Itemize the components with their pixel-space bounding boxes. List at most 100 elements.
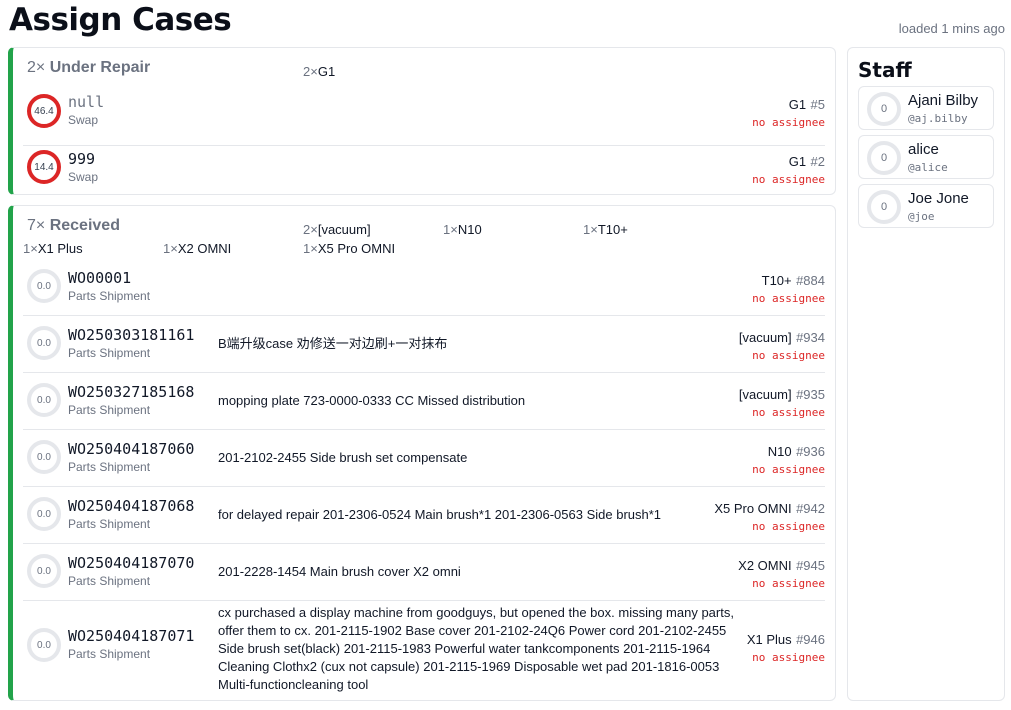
staff-name: Ajani Bilby (908, 92, 979, 109)
case-number[interactable]: #935 (796, 387, 825, 402)
case-title: WO250404187068 (68, 497, 195, 515)
case-description: mopping plate 723-0000-0333 CC Missed di… (218, 393, 526, 408)
case-meta: X5 Pro OMNI #942 no assignee (714, 500, 825, 533)
model-summary: 1×N10 (443, 222, 482, 237)
model-summary: 2×[vacuum] (303, 222, 371, 237)
model-name: X2 OMNI (177, 241, 232, 256)
case-title: WO250303181161 (68, 326, 195, 344)
case-type: Parts Shipment (68, 346, 151, 360)
case-description: 201-2102-2455 Side brush set compensate (218, 450, 468, 465)
group-under-repair: 2× Under Repair 2× G1 46.4 null Swap G1 #… (8, 47, 836, 195)
case-model: X5 Pro OMNI (714, 501, 792, 516)
assignee-status[interactable]: no assignee (714, 520, 825, 533)
staff-member[interactable]: 0 Joe Jone @joe (858, 184, 994, 228)
assignee-status[interactable]: no assignee (739, 349, 825, 362)
case-description: for delayed repair 201-2306-0524 Main br… (218, 507, 662, 522)
case-number[interactable]: #2 (811, 154, 825, 169)
case-title: WO00001 (68, 269, 132, 287)
case-type: Parts Shipment (68, 403, 151, 417)
assignee-status[interactable]: no assignee (752, 173, 825, 186)
case-row[interactable]: 0.0 WO250404187071 Parts Shipment cx pur… (23, 601, 825, 698)
case-number[interactable]: #945 (796, 558, 825, 573)
case-model: [vacuum] (738, 387, 792, 402)
case-number[interactable]: #936 (796, 444, 825, 459)
loaded-status: loaded 1 mins ago (898, 21, 1005, 36)
model-name: N10 (457, 222, 482, 237)
staff-name: alice (908, 141, 939, 158)
model-count: 2× (303, 64, 318, 79)
score-badge: 0.0 (27, 326, 61, 360)
case-meta: T10+ #884 no assignee (752, 272, 825, 305)
score-badge: 0.0 (27, 554, 61, 588)
case-model: X2 OMNI (738, 558, 792, 573)
case-model: X1 Plus (746, 632, 792, 647)
case-description: 201-2228-1454 Main brush cover X2 omni (218, 564, 461, 579)
case-model: G1 (788, 97, 807, 112)
assignee-status[interactable]: no assignee (738, 577, 825, 590)
case-meta: G1 #2 no assignee (752, 153, 825, 186)
case-type: Parts Shipment (68, 460, 151, 474)
score-badge: 0.0 (27, 628, 61, 662)
case-title: WO250327185168 (68, 383, 195, 401)
case-title: null (68, 93, 105, 111)
score-badge: 14.4 (27, 150, 61, 184)
staff-case-count: 0 (867, 92, 901, 126)
staff-member[interactable]: 0 alice @alice (858, 135, 994, 179)
case-meta: X2 OMNI #945 no assignee (738, 557, 825, 590)
assignee-status[interactable]: no assignee (739, 406, 825, 419)
model-name: T10+ (597, 222, 628, 237)
staff-name: Joe Jone (908, 190, 969, 207)
model-count: 2× (303, 222, 318, 237)
case-title: 999 (68, 150, 96, 168)
case-type: Swap (68, 113, 99, 127)
page-title: Assign Cases (9, 2, 232, 38)
case-row[interactable]: 46.4 null Swap G1 #5 no assignee (23, 89, 825, 146)
case-row[interactable]: 0.0 WO250303181161 Parts Shipment B端升级ca… (23, 316, 825, 373)
case-meta: [vacuum] #935 no assignee (739, 386, 825, 419)
case-type: Parts Shipment (68, 289, 151, 303)
assignee-status[interactable]: no assignee (752, 292, 825, 305)
case-number[interactable]: #942 (796, 501, 825, 516)
case-meta: N10 #936 no assignee (752, 443, 825, 476)
case-model: N10 (767, 444, 792, 459)
score-badge: 0.0 (27, 269, 61, 303)
case-number[interactable]: #934 (796, 330, 825, 345)
group-received: 7× Received 2×[vacuum] 1×N10 1×T10+ 1×X1… (8, 205, 836, 701)
assignee-status[interactable]: no assignee (752, 463, 825, 476)
case-type: Parts Shipment (68, 574, 151, 588)
case-row[interactable]: 0.0 WO250404187060 Parts Shipment 201-21… (23, 430, 825, 487)
model-summary: 1×X5 Pro OMNI (303, 241, 395, 256)
case-meta: G1 #5 no assignee (752, 96, 825, 129)
case-row[interactable]: 0.0 WO00001 Parts Shipment T10+ #884 no … (23, 259, 825, 316)
group-name: Received (49, 217, 120, 234)
group-header: 7× Received (27, 217, 120, 235)
model-name: X1 Plus (37, 241, 83, 256)
case-number[interactable]: #884 (796, 273, 825, 288)
case-number[interactable]: #946 (796, 632, 825, 647)
staff-case-count: 0 (867, 190, 901, 224)
model-summary: 1×X1 Plus (23, 241, 83, 256)
case-row[interactable]: 0.0 WO250404187070 Parts Shipment 201-22… (23, 544, 825, 601)
case-row[interactable]: 14.4 999 Swap G1 #2 no assignee (23, 146, 825, 194)
staff-member[interactable]: 0 Ajani Bilby @aj.bilby (858, 86, 994, 130)
case-number[interactable]: #5 (811, 97, 825, 112)
case-model: [vacuum] (738, 330, 792, 345)
case-row[interactable]: 0.0 WO250404187068 Parts Shipment for de… (23, 487, 825, 544)
model-count: 1× (443, 222, 458, 237)
staff-handle: @aj.bilby (908, 112, 968, 125)
model-name: [vacuum] (317, 222, 371, 237)
group-name: Under Repair (49, 59, 151, 76)
model-count: 1× (583, 222, 598, 237)
case-type: Parts Shipment (68, 517, 151, 531)
case-title: WO250404187071 (68, 627, 195, 645)
score-badge: 0.0 (27, 383, 61, 417)
assignee-status[interactable]: no assignee (752, 116, 825, 129)
model-count: 1× (303, 241, 318, 256)
group-count: 2× (27, 59, 46, 76)
staff-case-count: 0 (867, 141, 901, 175)
score-badge: 0.0 (27, 440, 61, 474)
case-type: Parts Shipment (68, 647, 151, 661)
assignee-status[interactable]: no assignee (747, 651, 825, 664)
case-row[interactable]: 0.0 WO250327185168 Parts Shipment moppin… (23, 373, 825, 430)
staff-handle: @joe (908, 210, 935, 223)
